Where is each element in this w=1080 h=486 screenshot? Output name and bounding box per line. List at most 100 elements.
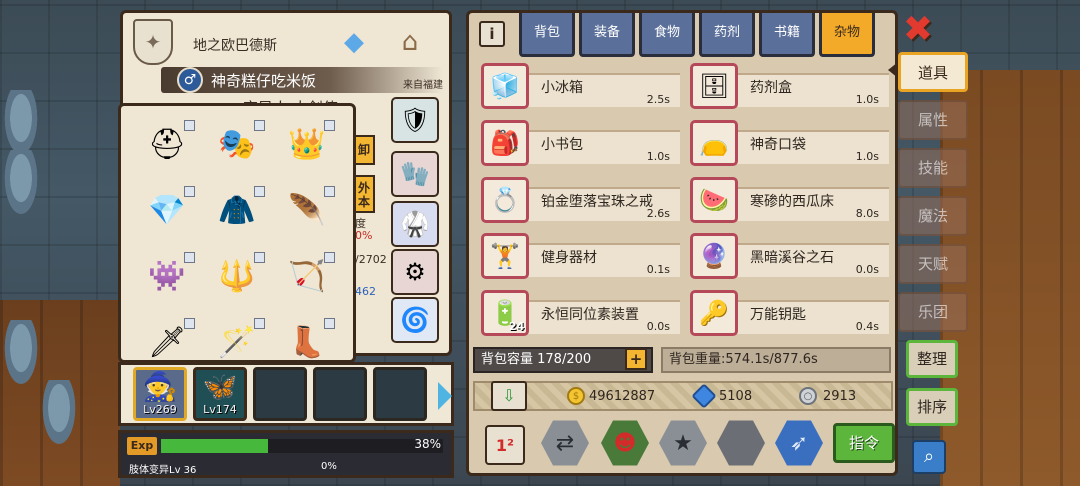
- monster-face-icon[interactable]: ☻: [601, 420, 649, 466]
- side-tab-1[interactable]: 属性: [898, 100, 968, 140]
- item-name: 黑暗溪谷之石: [750, 250, 834, 267]
- number-sort-icon[interactable]: 1²: [485, 425, 525, 465]
- item-weight: 1.0s: [855, 93, 879, 106]
- armor-icon[interactable]: 🥋: [391, 201, 439, 247]
- tree: [2, 150, 40, 220]
- inventory-item-list: 🧊 小冰箱 2.5s 🗄 药剂盒 1.0s 🎒 小书包 1.0s 👝 神奇口袋 1.0s 💍 铂金堕落宝珠…: [479, 63, 889, 341]
- crossbow-icon[interactable]: 🏹: [275, 248, 339, 304]
- organize-button[interactable]: 整理: [906, 340, 958, 378]
- item-weight: 8.0s: [855, 206, 879, 220]
- ring-icon[interactable]: 💍: [481, 176, 529, 223]
- unequip-tag[interactable]: 卸: [353, 135, 375, 165]
- party-slot[interactable]: [373, 367, 427, 421]
- party-slots: 🧙 Lv269 🦋 Lv174: [118, 362, 454, 426]
- item-weight: 2.5s: [646, 93, 670, 106]
- gold-amount: 49612887: [589, 389, 656, 404]
- key-icon[interactable]: 🔑: [690, 290, 738, 337]
- crown-icon[interactable]: 👑: [275, 116, 339, 172]
- side-tab-5[interactable]: 乐团: [898, 292, 968, 332]
- item-count: 24: [509, 320, 525, 334]
- close-icon[interactable]: ✖: [900, 12, 936, 48]
- tree: [40, 380, 78, 450]
- appearance-tag[interactable]: 外本: [353, 175, 375, 213]
- glove-icon[interactable]: 🧤: [391, 151, 439, 197]
- dumbbell-icon[interactable]: 🏋: [481, 233, 529, 280]
- sort-button[interactable]: 排序: [906, 388, 958, 426]
- magic-pouch-icon[interactable]: 👝: [690, 119, 738, 166]
- item-name: 永恒同位素装置: [541, 307, 639, 324]
- cape-icon[interactable]: 🧥: [205, 182, 269, 238]
- tab-5[interactable]: 杂物: [819, 13, 875, 57]
- item-weight: 1.0s: [855, 149, 879, 163]
- crystal-icon[interactable]: ◆: [331, 19, 377, 65]
- item-name: 铂金堕落宝珠之戒: [541, 193, 653, 210]
- party-slot[interactable]: [313, 367, 367, 421]
- side-tab-4[interactable]: 天赋: [898, 244, 968, 284]
- wing-feather-icon[interactable]: 🪶: [275, 182, 339, 238]
- inventory-item[interactable]: 💍 铂金堕落宝珠之戒 2.6s: [479, 176, 680, 227]
- side-tab-3[interactable]: 魔法: [898, 196, 968, 236]
- rank-emblem-icon[interactable]: ✦: [133, 19, 173, 65]
- character-origin: 来自福建: [403, 80, 443, 91]
- item-weight: 1.0s: [646, 149, 670, 163]
- empty-hex-icon[interactable]: [717, 420, 765, 466]
- swap-icon[interactable]: ⇄: [541, 420, 589, 466]
- dark-mask-icon[interactable]: 🎭: [205, 116, 269, 172]
- stat-value: 462: [355, 285, 376, 298]
- expand-capacity-button[interactable]: +: [625, 348, 647, 370]
- item-name: 寒碜的西瓜床: [750, 193, 834, 210]
- tab-3[interactable]: 药剂: [699, 13, 755, 57]
- search-icon[interactable]: ⌕: [912, 440, 946, 474]
- silver-amount: 2913: [823, 389, 857, 404]
- backpack-icon[interactable]: 🎒: [481, 119, 529, 166]
- side-tab-2[interactable]: 技能: [898, 148, 968, 188]
- item-name: 药剂盒: [750, 80, 792, 96]
- inventory-item[interactable]: 🗄 药剂盒 1.0s: [688, 63, 889, 113]
- spear-icon[interactable]: 🔱: [205, 248, 269, 304]
- party-level: Lv174: [203, 403, 237, 416]
- inventory-item[interactable]: 🔮 黑暗溪谷之石 0.0s: [688, 233, 889, 283]
- silver-coin-icon: ○: [799, 387, 817, 405]
- dark-stone-icon[interactable]: 🔮: [690, 233, 738, 280]
- fridge-icon[interactable]: 🧊: [481, 63, 529, 109]
- party-slot[interactable]: 🧙 Lv269: [133, 367, 187, 421]
- tab-0[interactable]: 背包: [519, 13, 575, 57]
- command-button[interactable]: 指令: [833, 423, 895, 463]
- male-gender-icon: ♂: [177, 67, 203, 93]
- gauntlet-icon[interactable]: ⚙: [391, 249, 439, 295]
- ring-orb-icon[interactable]: 🌀: [391, 297, 439, 343]
- tab-2[interactable]: 食物: [639, 13, 695, 57]
- equipment-grid: ⛑ 🎭 👑 💎 🧥 🪶 👾 🔱 🏹 🗡 🪄 👢: [118, 103, 356, 363]
- helmet-icon[interactable]: ⛑: [135, 116, 199, 172]
- inventory-item[interactable]: 🍉 寒碜的西瓜床 8.0s: [688, 176, 889, 227]
- spear-skill-icon[interactable]: ➶: [775, 420, 823, 466]
- stat-percent: 0%: [355, 229, 373, 242]
- inventory-item[interactable]: 🧊 小冰箱 2.5s: [479, 63, 680, 113]
- watermelon-bed-icon[interactable]: 🍉: [690, 176, 738, 223]
- party-slot[interactable]: [253, 367, 307, 421]
- potion-box-icon[interactable]: 🗄: [690, 63, 738, 109]
- shield-crest-icon[interactable]: 🛡: [391, 97, 439, 143]
- inventory-item[interactable]: 🔋 24 永恒同位素装置 0.0s: [479, 290, 680, 340]
- gem-pendant-icon[interactable]: 💎: [135, 182, 199, 238]
- item-weight: 0.0s: [646, 320, 670, 334]
- party-slot[interactable]: 🦋 Lv174: [193, 367, 247, 421]
- side-tab-0[interactable]: 道具: [898, 52, 968, 92]
- item-name: 神奇口袋: [750, 136, 806, 153]
- party-next-arrow-icon[interactable]: [438, 382, 452, 410]
- character-name: 神奇糕仔吃米饭: [211, 72, 317, 90]
- inventory-item[interactable]: 🔑 万能钥匙 0.4s: [688, 290, 889, 340]
- exp-percent: 38%: [414, 437, 441, 451]
- mutation-level: 肢体变异Lv 36: [129, 465, 197, 476]
- inventory-item[interactable]: 🎒 小书包 1.0s: [479, 119, 680, 170]
- store-download-icon[interactable]: ⇩: [491, 381, 527, 411]
- star-icon[interactable]: ★: [659, 420, 707, 466]
- monster-icon[interactable]: 👾: [135, 248, 199, 304]
- inventory-item[interactable]: 👝 神奇口袋 1.0s: [688, 119, 889, 170]
- wardrobe-hanger-icon[interactable]: ⌂: [387, 19, 433, 65]
- inventory-item[interactable]: 🏋 健身器材 0.1s: [479, 233, 680, 283]
- tab-1[interactable]: 装备: [579, 13, 635, 57]
- tab-4[interactable]: 书籍: [759, 13, 815, 57]
- info-button[interactable]: i: [479, 21, 505, 47]
- item-weight: 0.1s: [646, 263, 670, 277]
